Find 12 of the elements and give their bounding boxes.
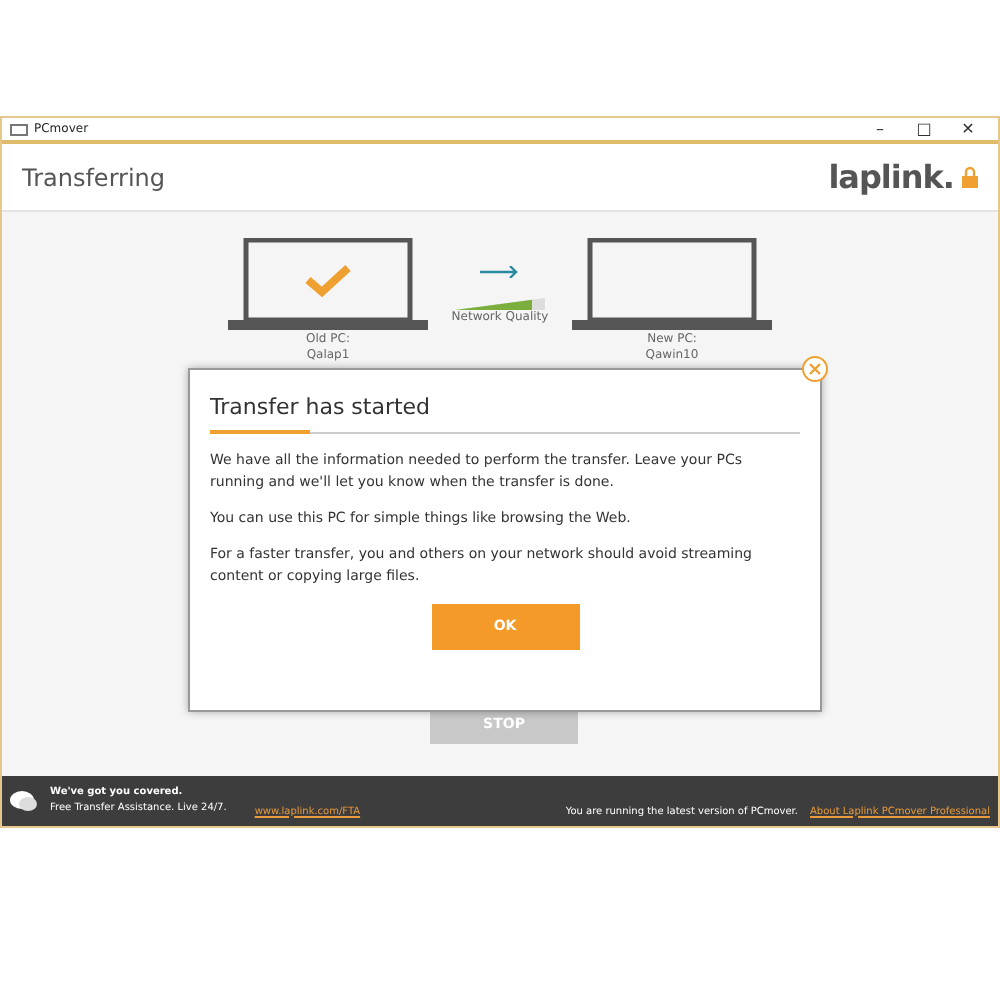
close-button[interactable]: ✕ [946, 119, 990, 139]
close-button[interactable] [802, 356, 828, 382]
lock-icon [962, 166, 978, 188]
maximize-button[interactable]: □ [902, 119, 946, 139]
dialog-title: Transfer has started [210, 394, 433, 421]
minimize-button[interactable]: – [858, 119, 902, 139]
chat-icon [10, 789, 38, 813]
page-title: Transferring [22, 161, 166, 195]
laptop-icon [228, 238, 428, 332]
logo-text: laplink. [828, 155, 954, 199]
app-icon [10, 123, 28, 135]
arrow-icon [480, 266, 520, 278]
